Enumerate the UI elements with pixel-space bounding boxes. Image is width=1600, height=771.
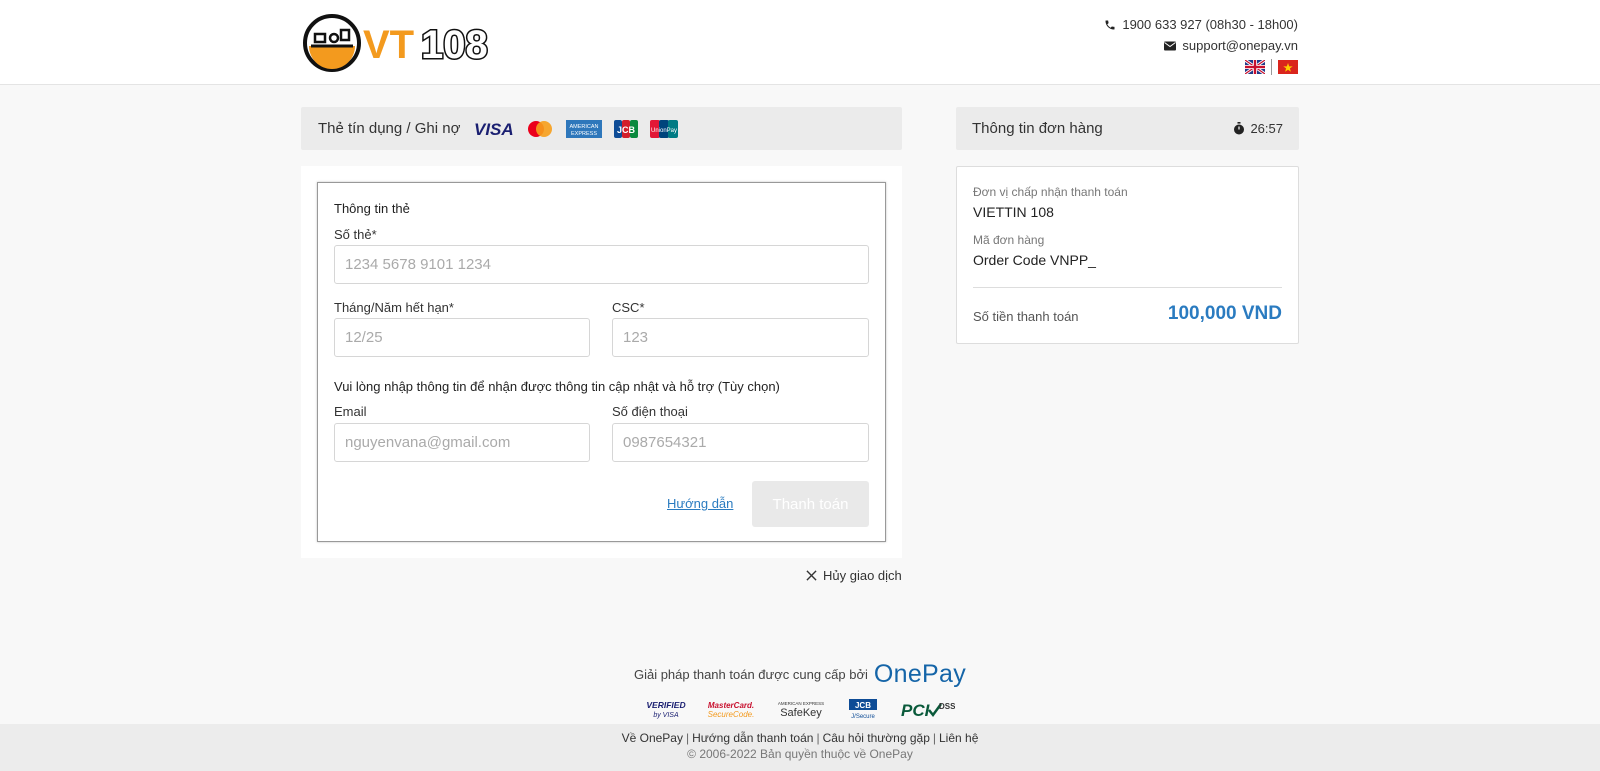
- amount-value: 100,000 VND: [1167, 303, 1282, 324]
- phone-text: 1900 633 927 (08h30 - 18h00): [1122, 17, 1298, 32]
- svg-text:by VISA: by VISA: [653, 712, 679, 719]
- order-code-value: Order Code VNPP_: [973, 252, 1096, 268]
- order-divider: [973, 287, 1282, 288]
- provided-by-text: Giải pháp thanh toán được cung cấp bởi: [633, 667, 868, 682]
- svg-text:JCB: JCB: [617, 125, 636, 135]
- amex-logo-icon: AMERICAN EXPRESS: [566, 119, 603, 138]
- phone-row: 1900 633 927 (08h30 - 18h00): [1104, 14, 1298, 35]
- vt108-logo[interactable]: VT 108: [301, 12, 531, 74]
- unionpay-logo-icon: UnionPay: [650, 119, 679, 138]
- copyright: © 2006-2022 Bản quyền thuộc về OnePay: [687, 747, 913, 761]
- svg-text:AMERICAN: AMERICAN: [570, 124, 599, 130]
- cancel-transaction-button[interactable]: Hủy giao dịch: [806, 568, 902, 583]
- footer-link-contact[interactable]: Liên hệ: [939, 731, 978, 745]
- order-code-label: Mã đơn hàng: [973, 233, 1045, 247]
- footer-link-guide[interactable]: Hướng dẫn thanh toán: [692, 731, 813, 745]
- jcb-logo-icon: JCB: [614, 119, 639, 138]
- vietnam-flag-icon[interactable]: [1278, 60, 1298, 74]
- stopwatch-icon: [1234, 122, 1245, 135]
- amount-label: Số tiền thanh toán: [973, 309, 1079, 324]
- timer-value: 26:57: [1250, 121, 1283, 136]
- help-link[interactable]: Hướng dẫn: [667, 496, 733, 511]
- svg-text:AMERICAN EXPRESS: AMERICAN EXPRESS: [778, 701, 824, 706]
- english-flag-icon[interactable]: [1245, 60, 1265, 74]
- payment-method-title: Thẻ tín dụng / Ghi nợ: [318, 120, 461, 137]
- svg-text:SafeKey: SafeKey: [780, 707, 822, 719]
- svg-text:SecureCode.: SecureCode.: [708, 710, 755, 719]
- card-form-panel: Thông tin thẻ Số thẻ* Tháng/Năm hết hạn*…: [301, 166, 902, 558]
- cancel-label: Hủy giao dịch: [823, 568, 902, 583]
- svg-text:MasterCard.: MasterCard.: [708, 701, 754, 710]
- order-info-title: Thông tin đơn hàng: [972, 120, 1103, 137]
- email-input[interactable]: [334, 423, 590, 462]
- svg-text:JCB: JCB: [855, 701, 871, 710]
- card-form: Thông tin thẻ Số thẻ* Tháng/Năm hết hạn*…: [317, 182, 886, 542]
- csc-label: CSC*: [612, 300, 645, 315]
- email-row: support@onepay.vn: [1104, 35, 1298, 56]
- payment-method-bar: Thẻ tín dụng / Ghi nợ VISA AMERICAN EXPR…: [301, 107, 902, 150]
- mastercard-logo-icon: [528, 120, 553, 137]
- footer-link-faq[interactable]: Câu hỏi thường gặp: [823, 731, 930, 745]
- provided-by: Giải pháp thanh toán được cung cấp bởi O…: [0, 660, 1600, 689]
- contact-info: 1900 633 927 (08h30 - 18h00) support@one…: [1104, 14, 1298, 75]
- visa-logo-icon: VISA: [474, 120, 514, 138]
- header: VT 108 1900 633 927 (08h30 - 18h00) supp…: [0, 0, 1600, 85]
- email-text: support@onepay.vn: [1182, 38, 1298, 53]
- card-number-label: Số thẻ*: [334, 227, 377, 242]
- pci-dss-badge-icon: PCI DSS: [901, 701, 955, 720]
- expiry-label: Tháng/Năm hết hạn*: [334, 300, 454, 315]
- svg-text:DSS: DSS: [939, 702, 955, 711]
- order-info-bar: Thông tin đơn hàng 26:57: [956, 107, 1299, 150]
- svg-text:VISA: VISA: [474, 120, 514, 138]
- flag-divider: [1271, 59, 1272, 75]
- footer-link-about[interactable]: Về OnePay: [622, 731, 683, 745]
- onepay-logo: OnePay: [873, 660, 967, 688]
- pay-button[interactable]: Thanh toán: [752, 481, 869, 527]
- expiry-input[interactable]: [334, 318, 590, 357]
- email-label: Email: [334, 404, 367, 419]
- envelope-icon: [1164, 41, 1177, 50]
- svg-text:UnionPay: UnionPay: [651, 128, 677, 134]
- card-number-input[interactable]: [334, 245, 869, 284]
- card-info-heading: Thông tin thẻ: [334, 201, 410, 216]
- svg-text:J/Secure: J/Secure: [851, 714, 875, 720]
- language-switcher: [1104, 59, 1298, 75]
- phone-icon: [1105, 20, 1115, 29]
- jcb-jsecure-badge-icon: JCB J/Secure: [849, 699, 877, 720]
- merchant-value: VIETTIN 108: [973, 204, 1054, 220]
- security-badges: VERIFIED by VISA MasterCard. SecureCode.…: [0, 698, 1600, 720]
- close-icon: [806, 570, 817, 581]
- logo-text-vt: VT: [363, 23, 414, 67]
- countdown-timer: 26:57: [1233, 121, 1283, 136]
- svg-text:PCI: PCI: [901, 701, 931, 720]
- optional-info-note: Vui lòng nhập thông tin để nhận được thô…: [334, 379, 780, 394]
- merchant-label: Đơn vị chấp nhận thanh toán: [973, 185, 1128, 199]
- csc-input[interactable]: [612, 318, 869, 357]
- phone-label: Số điện thoại: [612, 404, 688, 419]
- svg-text:EXPRESS: EXPRESS: [571, 131, 597, 137]
- logo-text-108: 108: [421, 23, 488, 67]
- amex-safekey-badge-icon: AMERICAN EXPRESS SafeKey: [778, 701, 824, 719]
- verified-by-visa-badge-icon: VERIFIED by VISA: [646, 700, 685, 719]
- footer-links: Về OnePay | Hướng dẫn thanh toán | Câu hỏi t…: [621, 731, 979, 745]
- phone-input[interactable]: [612, 423, 869, 462]
- order-info-card: Đơn vị chấp nhận thanh toán VIETTIN 108 …: [956, 166, 1299, 344]
- mastercard-securecode-badge-icon: MasterCard. SecureCode.: [708, 701, 755, 719]
- svg-text:VERIFIED: VERIFIED: [646, 700, 685, 710]
